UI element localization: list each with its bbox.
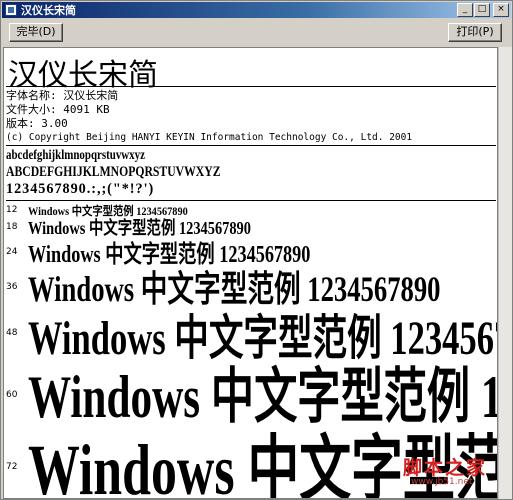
divider xyxy=(6,86,496,87)
maximize-button[interactable]: □ xyxy=(474,3,490,17)
watermark-url: www.jb51.net xyxy=(411,477,473,487)
sample-row-18: 18 Windows 中文字型范例 1234567890 xyxy=(4,214,497,238)
charset-uppercase: ABCDEFGHIJKLMNOPQRSTUVWXYZ xyxy=(6,164,221,180)
print-button[interactable]: 打印(P) xyxy=(448,23,502,42)
size-label: 24 xyxy=(6,247,18,257)
vertical-scrollbar[interactable] xyxy=(498,47,512,499)
close-button[interactable]: × xyxy=(493,3,509,17)
font-title: 汉仪长宋简 xyxy=(8,58,158,93)
file-size-info: 文件大小: 4091 KB xyxy=(6,103,110,116)
font-name-info: 字体名称: 汉仪长宋简 xyxy=(6,89,119,102)
version-info: 版本: 3.00 xyxy=(6,117,68,130)
copyright-info: (c) Copyright Beijing HANYI KEYIN Inform… xyxy=(6,132,413,143)
size-label: 72 xyxy=(6,462,18,472)
charset-lowercase: abcdefghijklmnopqrstuvwxyz xyxy=(6,148,145,163)
minimize-button[interactable]: _ xyxy=(457,3,473,17)
font-file-icon xyxy=(5,4,17,16)
window-controls: _ □ × xyxy=(456,3,509,17)
size-label: 18 xyxy=(6,222,18,232)
watermark-text: 脚本之家 xyxy=(403,457,488,479)
divider xyxy=(6,200,496,201)
font-viewer-window: 汉仪长宋简 _ □ × 完毕(D) 打印(P) 汉仪长宋简 字体名称: 汉仪长宋… xyxy=(0,0,513,500)
charset-digits: 1234567890.:,;("*!?') xyxy=(6,181,155,197)
size-label: 36 xyxy=(6,282,18,292)
divider xyxy=(6,145,496,146)
window-title: 汉仪长宋简 xyxy=(21,4,76,17)
size-label: 60 xyxy=(6,390,18,400)
size-label: 48 xyxy=(6,328,18,338)
site-watermark: 脚本之家 www.jb51.net xyxy=(397,453,493,493)
title-bar[interactable]: 汉仪长宋简 _ □ × xyxy=(2,2,511,18)
toolbar: 完毕(D) 打印(P) xyxy=(2,19,511,45)
done-button[interactable]: 完毕(D) xyxy=(9,23,63,42)
font-preview-area[interactable]: 汉仪长宋简 字体名称: 汉仪长宋简 文件大小: 4091 KB 版本: 3.00… xyxy=(3,47,498,499)
